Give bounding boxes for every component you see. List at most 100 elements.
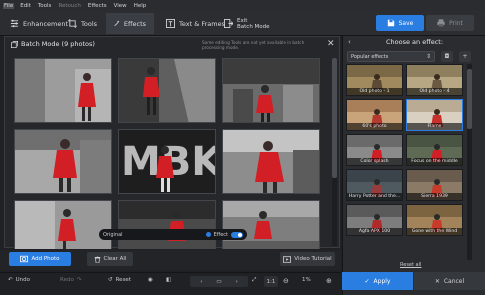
trash-icon [94, 255, 100, 263]
effect-tile[interactable]: Agfa APX 100 [346, 204, 403, 236]
exit-batch-text: Exit Batch Mode [237, 18, 270, 30]
clear-all-label: Clear All [103, 256, 127, 262]
effect-label: Old photo - 1 [347, 88, 402, 95]
cancel-button[interactable]: ✕ Cancel [414, 272, 485, 290]
text-frame-icon [166, 19, 175, 28]
photo-thumbnail[interactable] [222, 58, 320, 123]
effect-label: Gone with the Wind [407, 228, 462, 235]
save-button[interactable]: Save [376, 15, 424, 31]
effect-tile[interactable]: Sierra 1939 [406, 169, 463, 201]
effects-category-dropdown[interactable]: Popular effects ⇕ [347, 51, 435, 62]
fit-screen-icon[interactable]: ⤢ [252, 277, 256, 284]
save-label: Save [398, 19, 414, 27]
batch-panel: Batch Mode (9 photos) Some editing Tools… [4, 36, 340, 249]
gallery-icon[interactable]: ▭ [216, 279, 221, 285]
undo-icon: ↶ [8, 277, 13, 283]
effect-tile[interactable]: Old photo - 1 [346, 64, 403, 96]
clear-all-button[interactable]: Clear All [87, 252, 133, 266]
apply-label: Apply [373, 277, 391, 285]
photo-thumbnail[interactable] [118, 200, 216, 249]
cancel-label: Cancel [443, 277, 465, 285]
print-label: Print [449, 19, 463, 27]
effect-tile[interactable]: Color splash [346, 134, 403, 166]
printer-icon [437, 19, 445, 27]
undo-button[interactable]: ↶ Undo [8, 277, 30, 283]
menu-view[interactable]: View [113, 3, 128, 9]
effect-tile[interactable]: 60's photo [346, 99, 403, 131]
effect-label: Agfa APX 100 [347, 228, 402, 235]
effect-tile[interactable]: Harry Potter and the... [346, 169, 403, 201]
effect-tile[interactable]: Gone with the Wind [406, 204, 463, 236]
eye-icon[interactable]: ◉ [148, 277, 153, 283]
back-arrow-icon[interactable]: ‹ [348, 38, 351, 46]
zoom-out-icon[interactable]: ⊖ [283, 277, 289, 285]
zoom-in-icon[interactable]: ⊕ [326, 277, 332, 285]
print-button[interactable]: Print [426, 15, 474, 31]
exit-label-line2: Batch Mode [237, 23, 270, 30]
effect-toggle-group: Effect [205, 231, 243, 238]
compare-toggle[interactable] [231, 231, 243, 238]
crop-icon [68, 19, 77, 28]
effect-dot-icon [205, 232, 211, 237]
menu-edit[interactable]: Edit [19, 3, 32, 9]
exit-icon [224, 19, 233, 28]
menu-help[interactable]: Help [133, 3, 148, 9]
redo-button[interactable]: Redo ↷ [60, 277, 81, 283]
effect-label: 60's photo [347, 123, 402, 130]
scrollbar-thumb[interactable] [467, 69, 472, 129]
zoom-percent: 1% [302, 277, 311, 283]
add-effect-icon[interactable]: + [459, 51, 471, 62]
photo-thumbnail[interactable] [14, 58, 112, 123]
effects-scrollbar[interactable] [467, 64, 472, 260]
magic-wand-icon [114, 20, 120, 27]
effects-list: Old photo - 1 Old photo - 4 60's photo F… [346, 64, 466, 286]
add-photo-label: Add Photo [31, 256, 60, 262]
sliders-icon [10, 19, 19, 28]
menu-effects[interactable]: Effects [87, 3, 108, 9]
redo-label: Redo [60, 277, 74, 283]
next-icon[interactable]: › [236, 279, 238, 285]
camera-icon[interactable]: ◘ [441, 51, 453, 62]
check-icon: ✓ [364, 277, 370, 285]
photo-grid: MBK [14, 58, 326, 249]
batch-title: Batch Mode (9 photos) [11, 40, 95, 48]
grid-scrollbar[interactable] [332, 58, 337, 246]
effect-label: Color splash [347, 158, 402, 165]
apply-button[interactable]: ✓ Apply [342, 272, 413, 290]
effect-tile-selected[interactable]: Flame [406, 99, 463, 131]
menu-bar: File Edit Tools Retouch Effects View Hel… [0, 0, 485, 11]
zoom-ratio-button[interactable]: 1:1 [264, 276, 278, 287]
compare-split-icon[interactable]: ◧ [166, 277, 171, 283]
reset-all-link[interactable]: Reset all [400, 262, 421, 268]
effect-tile[interactable]: Focus on the middle [406, 134, 463, 166]
effect-label: Effect [213, 231, 228, 238]
tab-tools[interactable]: Tools [60, 13, 105, 34]
tab-effects[interactable]: Effects [106, 13, 154, 34]
reset-button[interactable]: ↺ Reset [108, 277, 131, 283]
photo-thumbnail[interactable] [118, 58, 216, 123]
prev-icon[interactable]: ‹ [200, 279, 202, 285]
photo-thumbnail[interactable] [222, 129, 320, 194]
batch-title-text: Batch Mode (9 photos) [21, 40, 95, 48]
scrollbar-thumb[interactable] [332, 58, 337, 178]
effect-label: Focus on the middle [407, 158, 462, 165]
tab-exit-batch[interactable]: Exit Batch Mode [216, 13, 278, 34]
reset-label: Reset [115, 277, 131, 283]
effect-tile[interactable]: Old photo - 4 [406, 64, 463, 96]
photos-icon [11, 40, 18, 48]
effects-panel-title: Choose an effect: [385, 38, 444, 46]
video-tutorial-button[interactable]: Video Tutorial [280, 252, 335, 266]
add-photo-button[interactable]: Add Photo [9, 252, 71, 266]
video-tutorial-label: Video Tutorial [294, 256, 332, 262]
close-icon[interactable]: ✕ [327, 39, 335, 49]
effect-label: Harry Potter and the... [347, 193, 402, 200]
photo-thumbnail[interactable] [222, 200, 320, 249]
menu-tools[interactable]: Tools [37, 3, 53, 9]
menu-file[interactable]: File [3, 2, 15, 9]
photo-thumbnail[interactable]: MBK [118, 129, 216, 194]
save-icon [387, 19, 394, 27]
photo-thumbnail[interactable] [14, 129, 112, 194]
menu-retouch[interactable]: Retouch [57, 3, 81, 9]
photo-thumbnail[interactable] [14, 200, 112, 249]
effects-panel: ‹ Choose an effect: Popular effects ⇕ ◘ … [342, 36, 485, 295]
